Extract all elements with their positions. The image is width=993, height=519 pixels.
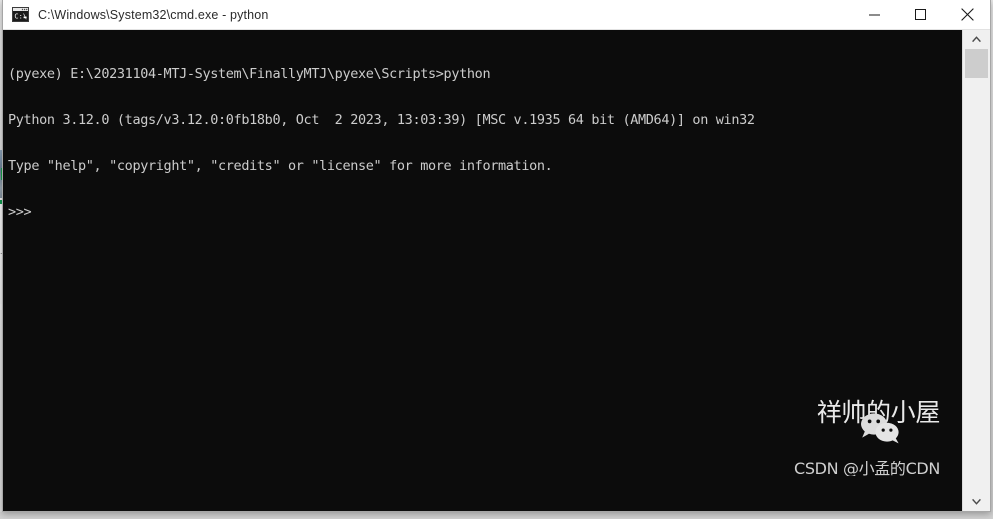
watermark-subtitle: CSDN @小孟的CDN [794,460,940,477]
watermark-title: 祥帅的小屋 [816,397,941,427]
maximize-icon [915,8,926,20]
title-bar[interactable]: C:\ C:\Windows\System32\cmd.exe - python [3,0,990,30]
minimize-icon [869,14,880,15]
minimize-button[interactable] [852,0,898,29]
console-area[interactable]: (pyexe) E:\20231104-MTJ-System\FinallyMT… [3,30,990,511]
scrollbar-thumb[interactable] [965,49,988,78]
scroll-up-button[interactable] [963,30,990,49]
cmd-window: C:\ C:\Windows\System32\cmd.exe - python… [2,0,991,512]
watermark-row: 祥帅的小屋 [766,397,941,444]
wechat-logo-icon [766,397,899,444]
console-line: Python 3.12.0 (tags/v3.12.0:0fb18b0, Oct… [8,112,755,129]
scroll-down-button[interactable] [963,492,990,511]
maximize-button[interactable] [898,0,944,29]
chevron-up-icon [972,36,981,43]
close-button[interactable] [944,0,990,29]
console-line: >>> [8,204,32,221]
console-line: (pyexe) E:\20231104-MTJ-System\FinallyMT… [8,65,491,82]
watermark: 祥帅的小屋 CSDN @小孟的CDN [766,366,940,507]
close-icon [960,8,974,21]
chevron-down-icon [972,498,981,505]
console-line: Type "help", "copyright", "credits" or "… [8,158,553,175]
cmd-console-icon: C:\ [12,7,29,22]
scrollbar-track[interactable] [963,49,990,492]
vertical-scrollbar[interactable] [962,30,990,511]
console-output[interactable]: (pyexe) E:\20231104-MTJ-System\FinallyMT… [3,30,962,511]
window-title: C:\Windows\System32\cmd.exe - python [38,7,269,22]
